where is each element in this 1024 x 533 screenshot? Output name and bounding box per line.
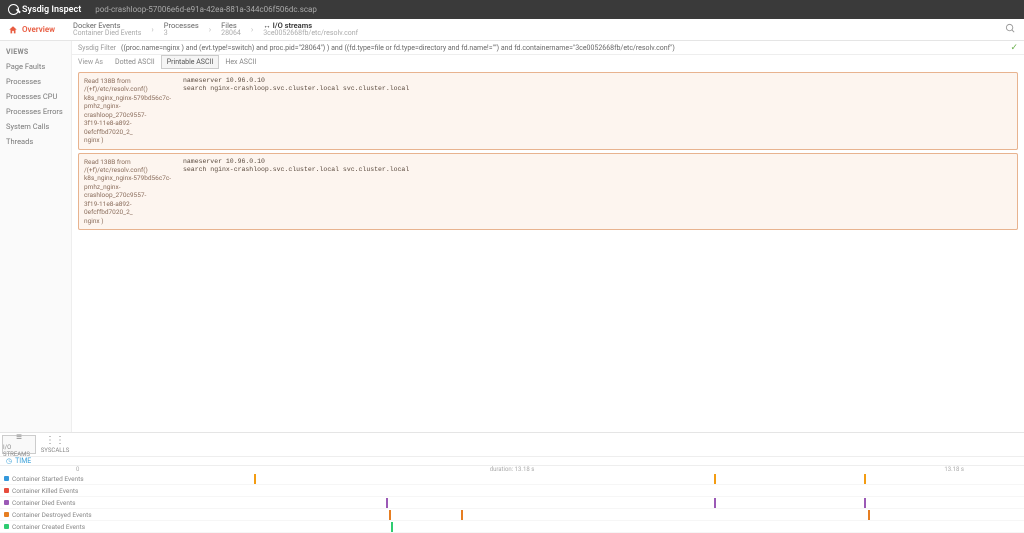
timeline-marker[interactable]	[391, 522, 393, 532]
sidebar-item[interactable]: Page Faults	[0, 59, 71, 74]
breadcrumb-item[interactable]: ↔ I/O streams3ce0052668fb/etc/resolv.con…	[263, 22, 358, 38]
io-content: Read 138B from/(+f)/etc/resolv.conf()k8s…	[72, 69, 1024, 432]
timeline-marker[interactable]	[461, 510, 463, 520]
chevron-right-icon: ›	[145, 25, 159, 34]
timeline-lane: Container Started Events	[0, 473, 1024, 485]
sidebar-item[interactable]: System Calls	[0, 119, 71, 134]
time-header: ◷ TIME	[0, 456, 1024, 466]
timeline-marker[interactable]	[254, 474, 256, 484]
timeline-marker[interactable]	[868, 510, 870, 520]
timeline-footer: ≡I/O STREAMS⋮⋮SYSCALLS ◷ TIME 0 duration…	[0, 432, 1024, 529]
chevron-right-icon: ›	[245, 25, 259, 34]
timeline-marker[interactable]	[864, 498, 866, 508]
block-content: nameserver 10.96.0.10 search nginx-crash…	[177, 73, 1017, 149]
lane-color-icon	[4, 512, 9, 517]
timeline-marker[interactable]	[386, 498, 388, 508]
footer-tabs: ≡I/O STREAMS⋮⋮SYSCALLS	[0, 433, 1024, 456]
timeline-marker[interactable]	[714, 474, 716, 484]
clock-icon: ◷	[6, 457, 12, 465]
io-block: Read 138B from/(+f)/etc/resolv.conf()k8s…	[78, 153, 1018, 231]
overview-link[interactable]: Overview	[8, 25, 55, 35]
sidebar: VIEWS Page FaultsProcessesProcesses CPUP…	[0, 41, 72, 432]
lane-name: Container Killed Events	[12, 487, 78, 495]
footer-tab[interactable]: ⋮⋮SYSCALLS	[38, 435, 72, 454]
sidebar-item[interactable]: Processes Errors	[0, 104, 71, 119]
app-titlebar: Sysdig Inspect pod-crashloop-57006e6d-e9…	[0, 0, 1024, 19]
timeline-lane: Container Killed Events	[0, 485, 1024, 497]
app-logo: Sysdig Inspect	[8, 4, 81, 15]
viewas-tab[interactable]: Hex ASCII	[219, 55, 262, 69]
home-icon	[8, 25, 18, 35]
time-end: 13.18 s	[944, 466, 964, 473]
footer-tab[interactable]: ≡I/O STREAMS	[2, 435, 36, 454]
io-block: Read 138B from/(+f)/etc/resolv.conf()k8s…	[78, 72, 1018, 150]
timeline-lane: Container Destroyed Events	[0, 509, 1024, 521]
sysdig-icon	[8, 4, 19, 15]
lane-name: Container Created Events	[12, 523, 85, 531]
lane-name: Container Started Events	[12, 475, 84, 483]
timeline-lanes[interactable]: Container Started Events Container Killed…	[0, 473, 1024, 533]
time-duration: duration: 13.18 s	[490, 466, 535, 473]
check-icon: ✓	[1010, 43, 1018, 53]
viewas-tab[interactable]: Dotted ASCII	[109, 55, 161, 69]
viewas-tab[interactable]: Printable ASCII	[161, 55, 220, 69]
tab-icon: ⋮⋮	[45, 435, 65, 446]
overview-label: Overview	[22, 25, 55, 34]
lane-color-icon	[4, 488, 9, 493]
timeline-lane: Container Died Events	[0, 497, 1024, 509]
timeline-marker[interactable]	[714, 498, 716, 508]
app-name: Sysdig Inspect	[22, 5, 81, 15]
view-as-bar: View As Dotted ASCIIPrintable ASCIIHex A…	[72, 55, 1024, 69]
breadcrumb-item[interactable]: Processes3	[164, 22, 199, 38]
lane-color-icon	[4, 500, 9, 505]
timeline-marker[interactable]	[389, 510, 391, 520]
time-label: TIME	[15, 457, 31, 465]
breadcrumb-item[interactable]: Files28064	[221, 22, 241, 38]
search-icon[interactable]	[1005, 23, 1016, 37]
sub-header: Overview Docker EventsContainer Died Eve…	[0, 19, 1024, 41]
block-header: Read 138B from/(+f)/etc/resolv.conf()k8s…	[79, 154, 177, 230]
main-panel: Sysdig Filter ((proc.name=nginx ) and (e…	[72, 41, 1024, 432]
file-path: pod-crashloop-57006e6d-e91a-42ea-881a-34…	[95, 5, 317, 14]
time-axis: 0 duration: 13.18 s 13.18 s	[0, 466, 1024, 473]
lane-color-icon	[4, 524, 9, 529]
views-header: VIEWS	[0, 45, 71, 59]
lane-color-icon	[4, 476, 9, 481]
tab-icon: ≡	[16, 432, 22, 443]
filter-label: Sysdig Filter	[78, 44, 116, 52]
chevron-right-icon: ›	[203, 25, 217, 34]
timeline-marker[interactable]	[864, 474, 866, 484]
sidebar-item[interactable]: Processes CPU	[0, 89, 71, 104]
lane-name: Container Died Events	[12, 499, 75, 507]
viewas-label: View As	[78, 58, 103, 66]
filter-bar: Sysdig Filter ((proc.name=nginx ) and (e…	[72, 41, 1024, 55]
block-header: Read 138B from/(+f)/etc/resolv.conf()k8s…	[79, 73, 177, 149]
sidebar-item[interactable]: Threads	[0, 134, 71, 149]
timeline-lane: Container Created Events	[0, 521, 1024, 533]
sidebar-item[interactable]: Processes	[0, 74, 71, 89]
breadcrumb: Docker EventsContainer Died Events › Proce…	[73, 22, 358, 38]
time-start: 0	[76, 466, 79, 473]
filter-expression[interactable]: ((proc.name=nginx ) and (evt.type!=switc…	[121, 44, 1004, 52]
breadcrumb-item[interactable]: Docker EventsContainer Died Events	[73, 22, 141, 38]
block-content: nameserver 10.96.0.10 search nginx-crash…	[177, 154, 1017, 230]
